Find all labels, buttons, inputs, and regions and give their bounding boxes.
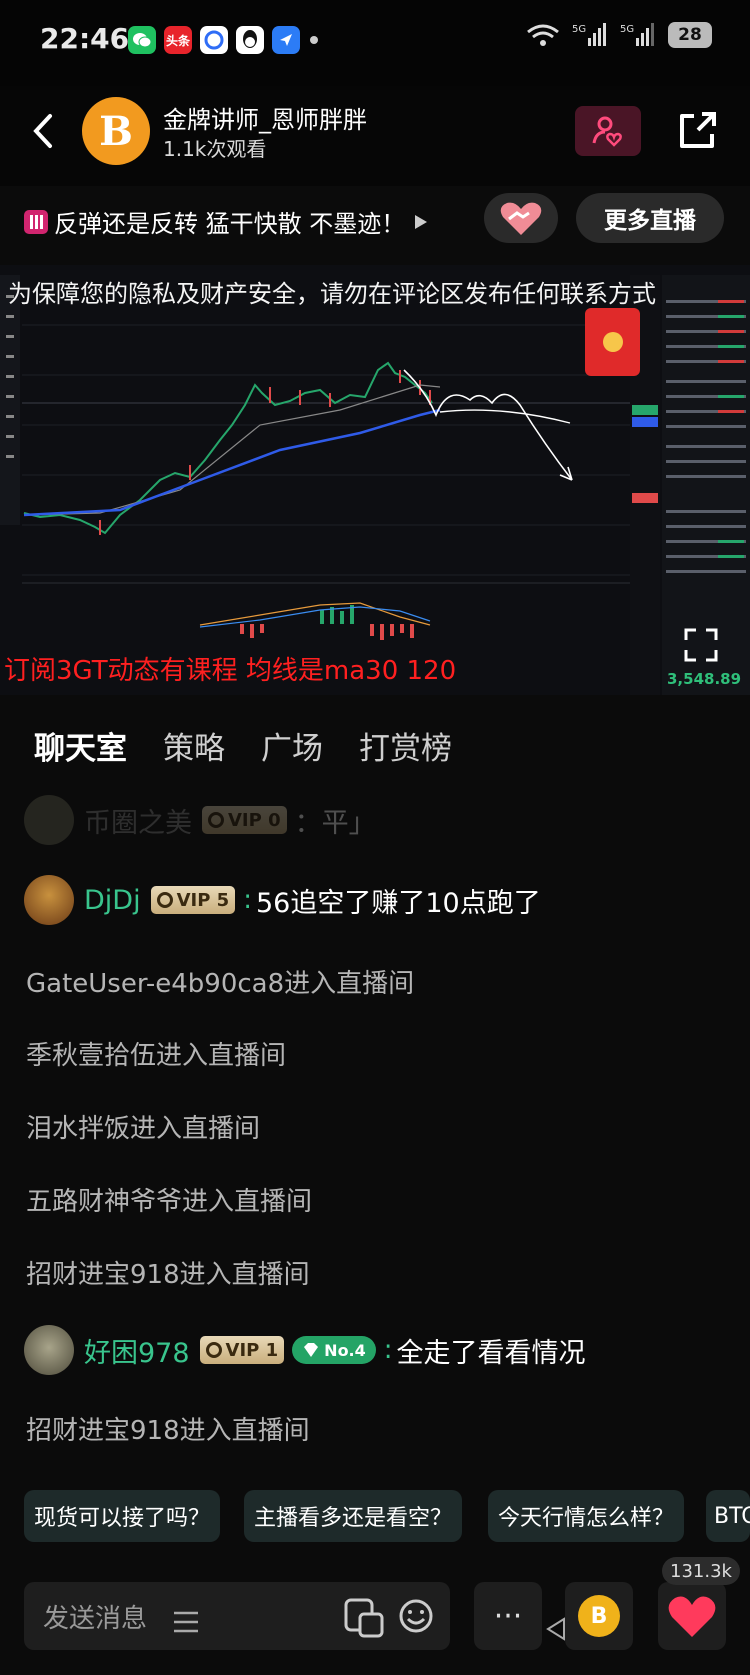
tab-strategy[interactable]: 策略: [163, 723, 225, 768]
chat-colon: :: [383, 1335, 393, 1365]
vip-badge: VIP 5: [150, 886, 236, 914]
price-readout: 3,548.89: [667, 670, 742, 688]
back-triangle-icon[interactable]: [544, 1616, 568, 1646]
like-button[interactable]: [658, 1582, 726, 1650]
system-message: 五路财神爷爷进入直播间: [26, 1187, 313, 1217]
chat-message: 好困978 VIP 1 No.4 : 全走了看看情况: [24, 1325, 586, 1375]
chat-message: DjDj VIP 5 : 56追空了赚了10点跑了: [24, 875, 541, 925]
message-input-placeholder[interactable]: 发送消息: [43, 1598, 147, 1635]
more-live-button[interactable]: 更多直播: [576, 193, 724, 243]
fullscreen-icon[interactable]: [684, 628, 718, 666]
heart-handshake-icon: [500, 202, 542, 235]
toutiao-icon: 头条: [164, 26, 192, 54]
follow-button[interactable]: [575, 106, 641, 156]
quick-reply-chip[interactable]: BTC: [706, 1490, 750, 1542]
live-topic: 反弹还是反转 猛干快散 不墨迹！: [24, 204, 429, 239]
quick-reply-chip[interactable]: 主播看多还是看空？: [244, 1490, 463, 1542]
system-indicators: 5G 5G 28: [526, 22, 712, 48]
live-bars-icon: [24, 209, 48, 234]
privacy-notice: 为保障您的隐私及财产安全，请勿在评论区发布任何联系方式: [8, 280, 656, 308]
play-arrow-icon[interactable]: [411, 213, 429, 231]
share-icon: [680, 112, 716, 148]
heart-icon: [668, 1596, 716, 1637]
topic-title: 反弹还是反转 猛干快散 不墨迹！: [54, 210, 406, 238]
tab-chatroom[interactable]: 聊天室: [34, 723, 127, 768]
chat-message-faded: 币圈之美 VIP 0 ：平」: [24, 795, 376, 845]
quick-reply-chip[interactable]: 今天行情怎么样？: [488, 1490, 685, 1542]
more-button[interactable]: ···: [474, 1582, 542, 1650]
view-count: 1.1k次观看: [163, 137, 267, 161]
avatar[interactable]: [24, 875, 74, 925]
vip-badge: VIP 0: [202, 806, 287, 834]
chat-text: 56追空了赚了10点跑了: [255, 887, 541, 919]
sticker-icon[interactable]: [344, 1598, 384, 1642]
signal-5g-icon: 5G: [572, 23, 606, 46]
wifi-icon: [527, 24, 559, 46]
avatar[interactable]: [24, 1325, 74, 1375]
svg-text:5G: 5G: [572, 24, 586, 35]
support-button[interactable]: [484, 193, 558, 243]
share-button[interactable]: [672, 106, 722, 156]
rank-badge: No.4: [292, 1336, 376, 1364]
chat-text: 全走了看看情况: [396, 1337, 586, 1369]
vip-badge: VIP 1: [199, 1336, 285, 1364]
signal-5g-icon-2: 5G: [620, 23, 654, 46]
chat-username[interactable]: 好困978: [84, 1331, 190, 1370]
video-overlay-text: 订阅3GT动态有课程 均线是ma30 120: [4, 656, 457, 686]
system-message: 招财进宝918进入直播间: [26, 1260, 310, 1290]
chat-list[interactable]: 币圈之美 VIP 0 ：平」 DjDj VIP 5 : 56追空了赚了10点跑了…: [0, 795, 750, 1475]
chat-text: ：平」: [294, 807, 376, 839]
system-message: 季秋壹拾伍进入直播间: [26, 1041, 287, 1071]
emoji-icon[interactable]: [398, 1598, 434, 1638]
status-time: 22:46: [40, 22, 130, 55]
chat-username: 币圈之美: [84, 807, 192, 839]
like-count: 131.3k: [662, 1557, 740, 1585]
red-packet-icon[interactable]: [585, 308, 640, 376]
tab-tip-ranking[interactable]: 打赏榜: [359, 723, 452, 768]
back-icon[interactable]: [30, 112, 56, 154]
wechat-icon: [128, 26, 156, 54]
chat-colon: :: [243, 885, 252, 915]
quick-reply-chip[interactable]: 现货可以接了吗？: [24, 1490, 221, 1542]
svg-text:5G: 5G: [620, 24, 634, 35]
streamer-avatar[interactable]: B: [82, 97, 150, 165]
browser-icon: [200, 26, 228, 54]
streamer-name[interactable]: 金牌讲师_恩师胖胖: [163, 100, 367, 135]
chat-username[interactable]: DjDj: [84, 885, 141, 916]
coin-icon: B: [578, 1595, 620, 1637]
tab-plaza[interactable]: 广场: [261, 723, 323, 768]
user-heart-icon: [592, 116, 622, 147]
system-message: GateUser-e4b90ca8进入直播间: [26, 969, 415, 999]
feishu-icon: [272, 26, 300, 54]
system-message: 招财进宝918进入直播间: [26, 1416, 310, 1446]
status-bar: 22:46 头条 5G 5G 28: [0, 0, 750, 86]
system-message: 泪水拌饭进入直播间: [26, 1114, 261, 1144]
gift-button[interactable]: B: [565, 1582, 633, 1650]
content-tabs: 聊天室 策略 广场 打赏榜: [0, 695, 750, 795]
notification-icons: 头条: [128, 26, 320, 54]
menu-icon[interactable]: [172, 1610, 200, 1638]
qq-icon: [236, 26, 264, 54]
more-notifications-dot: [308, 26, 320, 54]
diamond-icon: [304, 1343, 319, 1357]
avatar: [24, 795, 74, 845]
battery-indicator: 28: [668, 22, 712, 48]
